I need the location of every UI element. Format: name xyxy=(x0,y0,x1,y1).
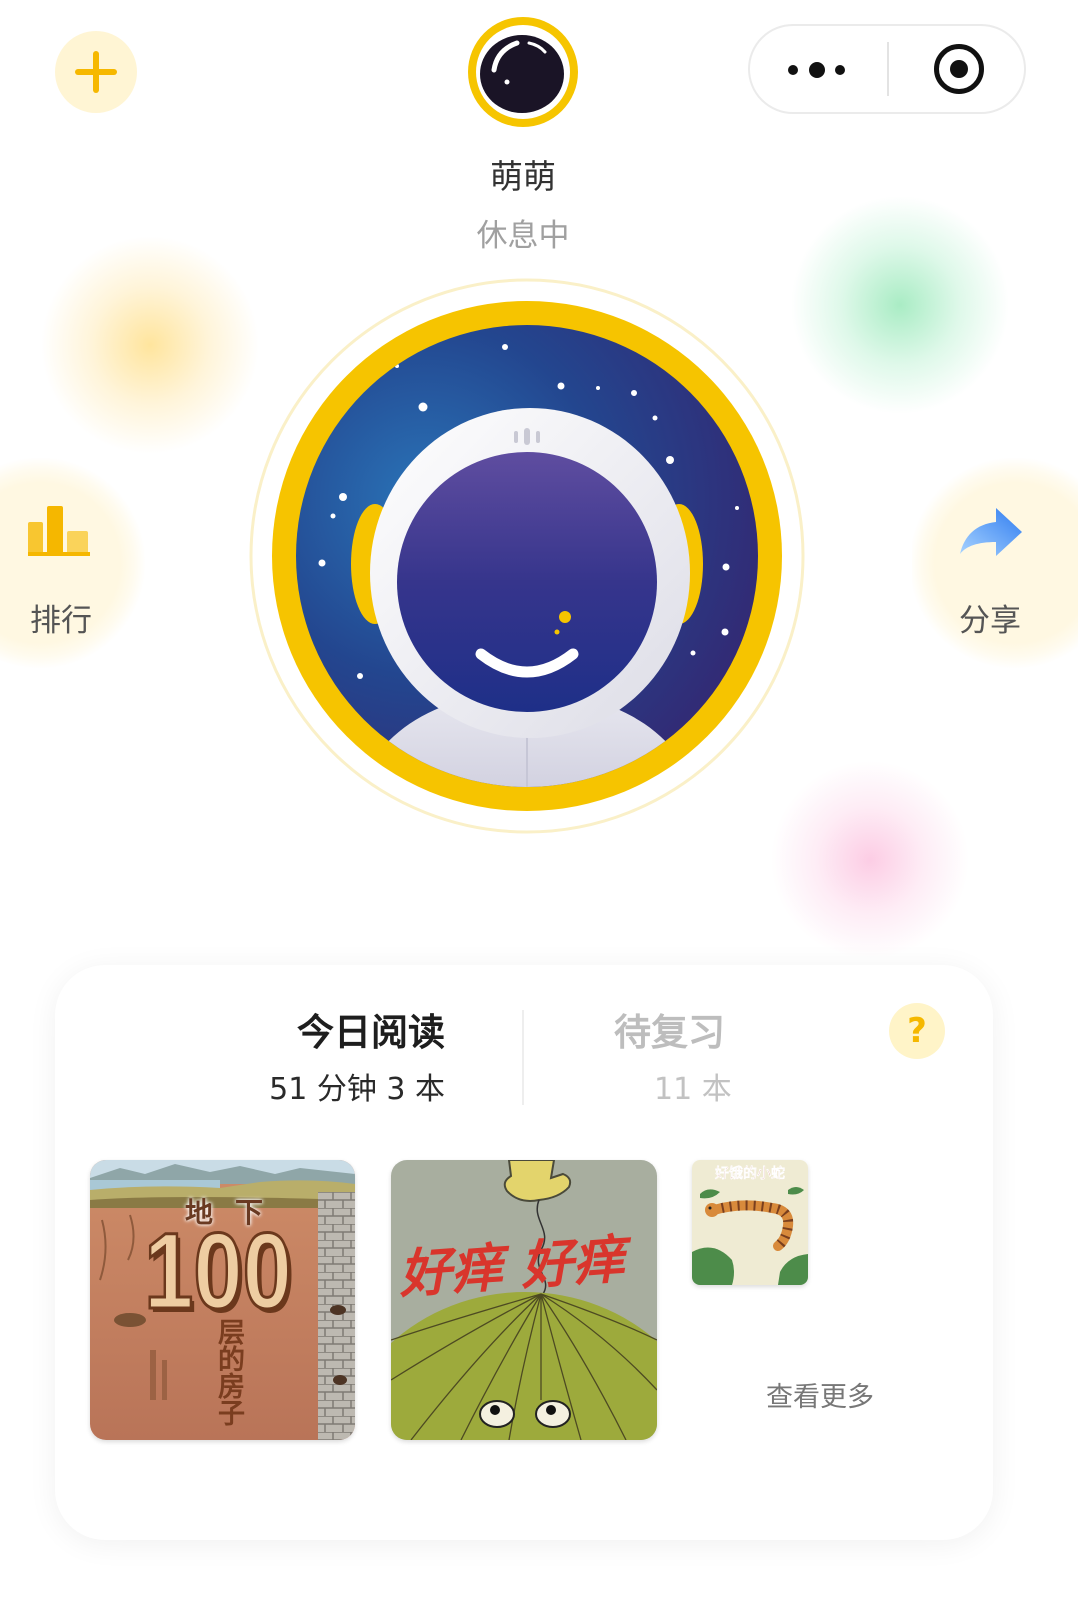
page: 萌萌 休息中 排行 分享 今日阅读 51 分钟 3 本 待复习 11 本 ? 地… xyxy=(0,0,1078,1609)
book-cover-art: 好饿的小蛇 xyxy=(692,1160,808,1285)
share-arrow-icon xyxy=(960,508,1022,556)
tab-today-summary: 51 分钟 3 本 xyxy=(269,1072,445,1107)
more-button[interactable] xyxy=(750,26,887,112)
book-title: 好饿的小蛇 xyxy=(714,1165,785,1182)
more-dots-icon xyxy=(788,65,798,75)
more-dots-icon-center xyxy=(809,62,825,78)
tab-divider xyxy=(522,1010,524,1105)
target-circle-icon-dot xyxy=(950,60,968,78)
tab-pending-review[interactable]: 待复习 11 本 xyxy=(600,1005,800,1115)
tab-review-count: 11 本 xyxy=(654,1072,732,1107)
more-dots-icon-right xyxy=(835,65,845,75)
visor-yellow-dot xyxy=(559,611,571,623)
tab-review-title: 待复习 xyxy=(614,1011,725,1054)
share-label: 分享 xyxy=(959,603,1021,639)
plus-icon-vertical xyxy=(93,51,99,93)
visor-small-dot xyxy=(554,629,560,635)
book-title-bottom: 层的房子 xyxy=(213,1318,244,1426)
astronaut-icon[interactable] xyxy=(247,276,807,836)
miniprogram-capsule xyxy=(748,24,1026,114)
tab-today-reading[interactable]: 今日阅读 51 分钟 3 本 xyxy=(240,1005,445,1115)
book-cover[interactable]: 好饿的小蛇 xyxy=(692,1160,808,1285)
view-more-link[interactable]: 查看更多 xyxy=(764,1381,876,1415)
book-cover-art: 好痒 好痒 xyxy=(391,1160,657,1440)
yellow-glow-blob xyxy=(40,235,260,455)
book-title-number: 100 xyxy=(143,1210,293,1331)
profile-name: 萌萌 xyxy=(490,157,556,196)
green-glow-blob xyxy=(790,195,1010,415)
bar-chart-icon xyxy=(28,506,90,556)
question-mark-icon[interactable]: ? xyxy=(889,1003,945,1059)
reading-card: 今日阅读 51 分钟 3 本 待复习 11 本 ? 地下 100 层的房子 好痒… xyxy=(55,965,993,1540)
close-button[interactable] xyxy=(889,26,1024,112)
astronaut-avatar-icon[interactable] xyxy=(467,16,579,128)
share-button[interactable]: 分享 xyxy=(912,458,1078,668)
tab-today-title: 今日阅读 xyxy=(297,1011,445,1054)
profile-status: 休息中 xyxy=(476,218,570,254)
add-button[interactable] xyxy=(55,31,137,113)
ranking-label: 排行 xyxy=(30,603,92,639)
ranking-button[interactable]: 排行 xyxy=(0,458,145,668)
book-cover[interactable]: 地下 100 层的房子 xyxy=(90,1160,355,1440)
book-cover[interactable]: 好痒 好痒 xyxy=(391,1160,657,1440)
